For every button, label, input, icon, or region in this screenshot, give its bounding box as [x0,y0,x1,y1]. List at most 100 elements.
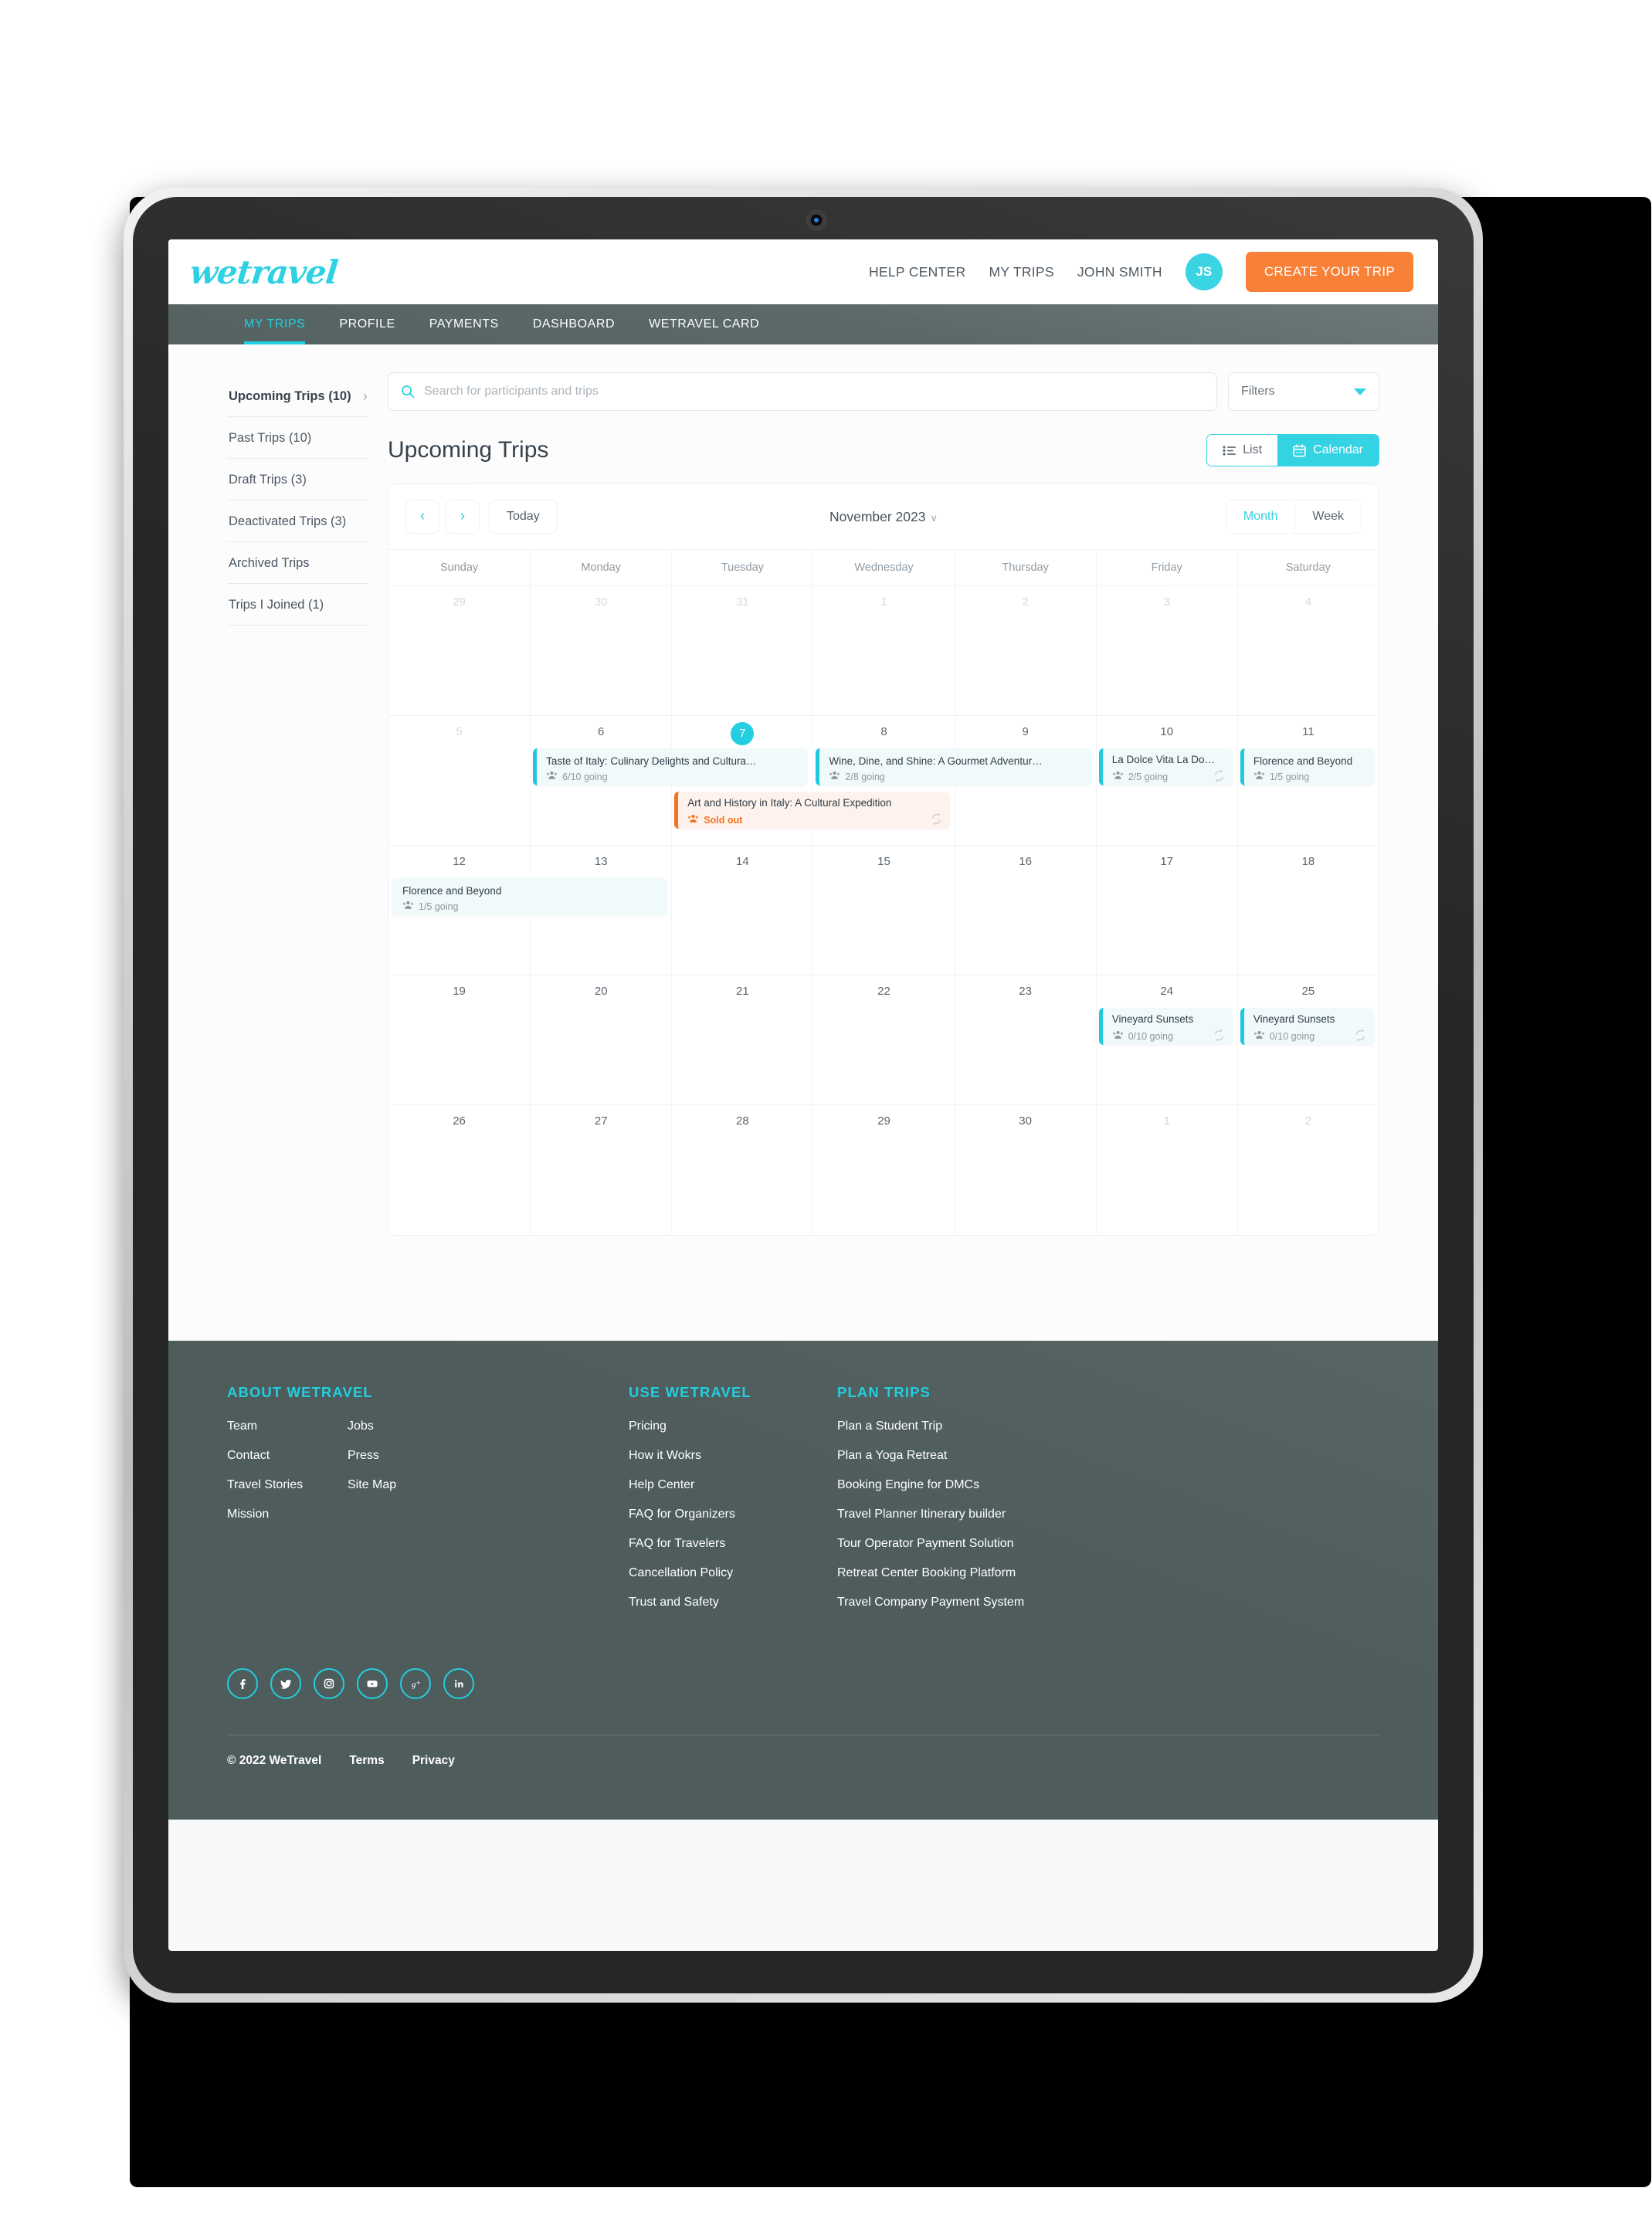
footer-link-use[interactable]: FAQ for Organizers [629,1508,735,1521]
footer-link-use[interactable]: Pricing [629,1420,667,1433]
sidebar-item-past-trips[interactable]: Past Trips (10) [227,417,369,459]
googleplus-icon[interactable]: g + [400,1668,431,1699]
calendar-event[interactable]: Taste of Italy: Culinary Delights and Cu… [533,748,809,785]
calendar-day-cell[interactable]: 28 [671,1105,812,1235]
calendar-day-cell[interactable]: 18 [1236,846,1379,975]
sidebar-item-draft-trips[interactable]: Draft Trips (3) [227,459,369,500]
calendar-prev-button[interactable]: ‹ [405,500,439,534]
calendar-day-cell[interactable]: 31 [671,586,812,715]
avatar[interactable]: JS [1185,253,1223,290]
calendar-event[interactable]: Vineyard Sunsets 0/10 going [1098,1008,1233,1045]
footer-link-terms[interactable]: Terms [349,1754,384,1768]
header-link-help-center[interactable]: HELP CENTER [869,264,966,280]
calendar-day-cell[interactable]: 4 [1236,586,1379,715]
footer-link-about[interactable]: Team [227,1420,257,1433]
nav-wetravel-card[interactable]: WETRAVEL CARD [632,304,776,344]
calendar-today-button[interactable]: Today [489,500,558,534]
calendar-day-number: 17 [1160,855,1174,868]
footer-link-about[interactable]: Mission [227,1508,269,1521]
header-link-my-trips[interactable]: MY TRIPS [989,264,1053,280]
sidebar-item-deactivated-trips[interactable]: Deactivated Trips (3) [227,500,369,542]
linkedin-icon[interactable] [443,1668,474,1699]
footer-link-about[interactable]: Press [348,1449,379,1462]
twitter-icon[interactable] [270,1668,301,1699]
calendar-range-month[interactable]: Month [1226,500,1295,533]
calendar-event-meta: 1/5 going [402,901,659,912]
calendar-event[interactable]: La Dolce Vita La Do… 2/5 going [1098,748,1233,785]
footer-link-about[interactable]: Site Map [348,1478,396,1491]
footer-link-plan[interactable]: Travel Company Payment System [837,1596,1024,1609]
view-toggle-calendar[interactable]: Calendar [1277,435,1379,466]
sidebar-item-trips-i-joined[interactable]: Trips I Joined (1) [227,584,369,626]
calendar-day-number: 19 [453,985,466,998]
footer-link-use[interactable]: FAQ for Travelers [629,1537,725,1550]
calendar-day-cell[interactable]: 16 [954,846,1096,975]
nav-my-trips[interactable]: MY TRIPS [227,304,322,344]
footer-link-plan[interactable]: Travel Planner Itinerary builder [837,1508,1006,1521]
calendar-day-cell[interactable]: 20 [530,975,671,1104]
facebook-icon[interactable] [227,1668,258,1699]
people-icon [829,771,840,782]
footer-link-privacy[interactable]: Privacy [412,1754,455,1768]
calendar-day-cell[interactable]: 1 [1095,1105,1237,1235]
sidebar-label-deactivated: Deactivated Trips (3) [229,514,347,528]
calendar-day-cell[interactable]: 19 [388,975,530,1104]
wetravel-logo[interactable]: wetravel [188,253,339,291]
calendar-day-cell[interactable]: 30 [954,1105,1096,1235]
youtube-icon[interactable] [357,1668,388,1699]
footer-link-plan[interactable]: Booking Engine for DMCs [837,1478,979,1491]
calendar-next-button[interactable]: › [446,500,480,534]
calendar-day-cell[interactable]: 1 [812,586,954,715]
search-box[interactable] [388,372,1217,411]
list-item: FAQ for Travelers [629,1537,837,1551]
calendar-event[interactable]: Florence and Beyond 1/5 going [392,878,667,915]
footer-link-about[interactable]: Jobs [348,1420,374,1433]
calendar-day-cell[interactable]: 5 [388,716,530,845]
calendar-event[interactable]: Wine, Dine, and Shine: A Gourmet Adventu… [816,748,1091,785]
footer-link-use[interactable]: How it Wokrs [629,1449,701,1462]
calendar-day-cell[interactable]: 29 [388,586,530,715]
sidebar-item-archived-trips[interactable]: Archived Trips [227,542,369,584]
header-link-user-name[interactable]: JOHN SMITH [1077,264,1162,280]
calendar-day-cell[interactable]: 21 [671,975,812,1104]
calendar-event[interactable]: Florence and Beyond 1/5 going [1240,748,1374,785]
footer-link-use[interactable]: Trust and Safety [629,1596,719,1609]
calendar-event[interactable]: Art and History in Italy: A Cultural Exp… [674,792,950,829]
footer-link-about[interactable]: Travel Stories [227,1478,303,1491]
calendar-day-cell[interactable]: 29 [812,1105,954,1235]
calendar-day-cell[interactable]: 27 [530,1105,671,1235]
instagram-icon[interactable] [314,1668,344,1699]
sidebar-item-upcoming-trips[interactable]: Upcoming Trips (10) › [227,375,369,417]
calendar-day-cell[interactable]: 14 [671,846,812,975]
footer-link-plan[interactable]: Plan a Yoga Retreat [837,1449,947,1462]
view-toggle-list-label: List [1243,443,1263,456]
search-input[interactable] [424,385,1204,399]
create-your-trip-button[interactable]: CREATE YOUR TRIP [1245,252,1413,292]
sidebar-label-past: Past Trips (10) [229,431,312,445]
calendar-day-cell[interactable]: 22 [812,975,954,1104]
footer-link-plan[interactable]: Tour Operator Payment Solution [837,1537,1014,1550]
calendar-day-cell[interactable]: 2 [1236,1105,1379,1235]
nav-profile[interactable]: PROFILE [322,304,412,344]
filters-dropdown[interactable]: Filters [1228,372,1379,411]
nav-dashboard[interactable]: DASHBOARD [516,304,632,344]
calendar-range-week[interactable]: Week [1294,500,1361,533]
calendar-day-cell[interactable]: 3 [1095,586,1237,715]
footer-link-plan[interactable]: Plan a Student Trip [837,1420,942,1433]
calendar-day-cell[interactable]: 17 [1095,846,1237,975]
calendar-day-cell[interactable]: 26 [388,1105,530,1235]
footer-link-use[interactable]: Cancellation Policy [629,1566,733,1579]
calendar-day-cell[interactable]: 15 [812,846,954,975]
calendar-event-title: Florence and Beyond [402,884,502,897]
calendar-day-cell[interactable]: 30 [530,586,671,715]
calendar-day-cell[interactable]: 2 [954,586,1096,715]
calendar-day-cell[interactable]: 23 [954,975,1096,1104]
footer-link-use[interactable]: Help Center [629,1478,694,1491]
repeat-icon [1213,769,1225,784]
calendar-event[interactable]: Vineyard Sunsets 0/10 going [1240,1008,1374,1045]
nav-payments[interactable]: PAYMENTS [412,304,516,344]
footer-link-about[interactable]: Contact [227,1449,270,1462]
view-toggle-list[interactable]: List [1207,435,1278,466]
footer-link-plan[interactable]: Retreat Center Booking Platform [837,1566,1016,1579]
calendar-event-meta: 1/5 going [1253,771,1366,782]
